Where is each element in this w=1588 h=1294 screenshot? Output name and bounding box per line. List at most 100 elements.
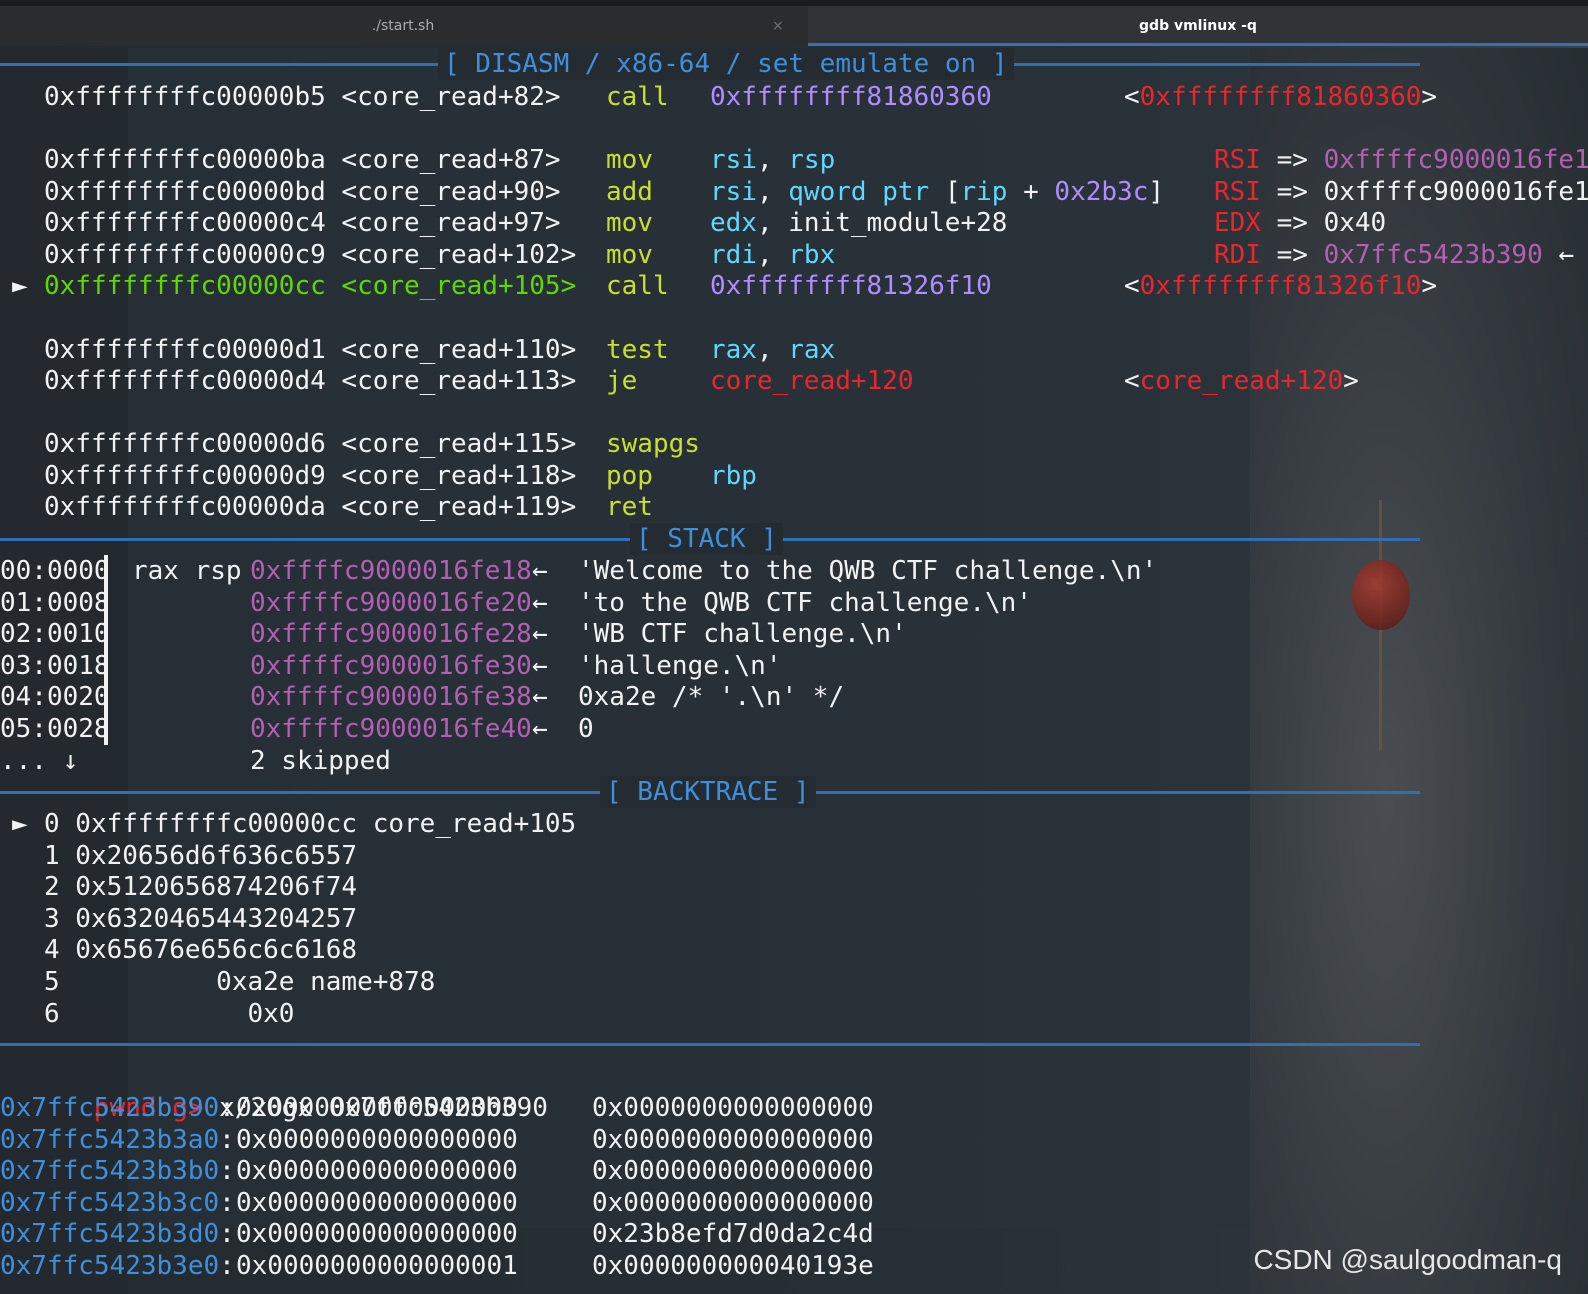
instruction-symbol: <core_read+105> (341, 271, 577, 301)
stack-arrow: ← (532, 555, 548, 587)
stack-address-text: 0xffffc9000016fe28 (250, 619, 532, 650)
instruction-symbol: <core_read+118> (341, 461, 577, 491)
annotation-token: => (1260, 145, 1324, 175)
terminal-output[interactable]: [ DISASM / x86-64 / set emulate on ] 0xf… (0, 48, 1588, 1294)
operand-token: rbx (788, 240, 836, 270)
memory-address: 0x7ffc5423b3c0 (0, 1187, 220, 1218)
stack-skip-indicator: ... ↓ (0, 745, 78, 777)
instruction-annotation: EDX => 0x40 (1214, 207, 1386, 239)
instruction-address: 0xffffffffc00000da (44, 492, 326, 522)
instruction-mnemonic: mov (606, 240, 653, 270)
stack-value: 'WB CTF challenge.\n' (578, 618, 907, 650)
backtrace-frame: 5 0xa2e name+878 (44, 966, 435, 998)
current-instruction-marker: ► (12, 270, 28, 302)
stack-section-title: [ STACK ] (630, 523, 783, 555)
terminal-tab-bar: ./start.sh × gdb vmlinux -q (0, 0, 1588, 46)
annotation-token: core_read+120 (1139, 366, 1344, 396)
colon: : (219, 1219, 235, 1250)
memory-qword: 0x0000000000000001 (236, 1251, 518, 1281)
annotation-token: > (1421, 82, 1438, 112)
instruction-mnemonic-cell: call (606, 270, 669, 302)
memory-qword: 0x0000000000000000 (236, 1187, 518, 1218)
colon: : (219, 1093, 235, 1123)
desktop: ./start.sh × gdb vmlinux -q [ DISASM / x… (0, 0, 1588, 1294)
memory-qword: 0x0000000000000000 (592, 1093, 874, 1123)
stack-gutter-bar (104, 555, 108, 745)
watermark: CSDN @saulgoodman-q (1253, 1244, 1562, 1275)
colon: : (219, 1187, 235, 1218)
memory-qword: 0x0000000000000000 (592, 1187, 874, 1218)
backtrace-frame: 4 0x65676e656c6c6168 (44, 934, 357, 966)
instruction-address: 0xffffffffc00000c9 (44, 240, 326, 270)
backtrace-frame: 3 0x6320465443204257 (44, 903, 357, 935)
left-arrow-icon: ← (532, 619, 548, 650)
memory-row: 0x7ffc5423b3c0: (0, 1187, 235, 1219)
stack-offset: 02:0010 (0, 618, 110, 650)
annotation-token: < (1124, 271, 1140, 301)
disasm-row: 0xffffffffc00000c9 <core_read+102> (44, 239, 576, 271)
instruction-symbol: <core_read+90> (341, 177, 561, 207)
tab-gdb-vmlinux[interactable]: gdb vmlinux -q (808, 6, 1588, 46)
stack-offset-text: 01:0008 (0, 587, 110, 618)
instruction-symbol: <core_read+110> (341, 335, 577, 365)
stack-address-text: 0xffffc9000016fe18 (250, 556, 532, 586)
stack-address-text: 0xffffc9000016fe30 (250, 650, 532, 681)
memory-value-2: 0x0000000000000000 (592, 1124, 874, 1156)
annotation-token: > (1343, 366, 1359, 396)
instruction-mnemonic-cell: add (606, 176, 653, 208)
instruction-symbol: <core_read+82> (341, 82, 561, 112)
instruction-mnemonic-cell: mov (606, 207, 653, 239)
instruction-symbol: <core_read+97> (341, 208, 561, 238)
memory-value-1: 0x0000000000000000 (236, 1092, 518, 1124)
memory-value-2: 0x23b8efd7d0da2c4d (592, 1218, 874, 1250)
stack-offset: 01:0008 (0, 587, 110, 619)
instruction-address: 0xffffffffc00000d9 (44, 461, 326, 491)
memory-row: 0x7ffc5423b3b0: (0, 1155, 235, 1187)
operand-token: + (1007, 177, 1055, 207)
stack-address: 0xffffc9000016fe20 (250, 587, 532, 619)
backtrace-frame-text: 3 0x6320465443204257 (44, 903, 358, 934)
backtrace-frame-text: 0 0xffffffffc00000cc core_read+105 (44, 809, 577, 839)
stack-value-text: 'to the QWB CTF challenge.\n' (578, 587, 1032, 618)
stack-arrow: ← (532, 618, 548, 650)
instruction-symbol: <core_read+115> (341, 429, 577, 459)
annotation-token: < (1124, 366, 1140, 396)
operand-token: 0x2b3c (1054, 177, 1149, 207)
annotation-token: RSI (1214, 177, 1261, 207)
stack-address: 0xffffc9000016fe38 (250, 681, 532, 713)
instruction-address: 0xffffffffc00000d1 (44, 335, 326, 365)
annotation-token: => (1260, 177, 1324, 207)
memory-row: 0x7ffc5423b3a0: (0, 1124, 235, 1156)
backtrace-frame: 2 0x5120656874206f74 (44, 871, 357, 903)
memory-address: 0x7ffc5423b3e0 (0, 1251, 220, 1281)
instruction-operands: 0xffffffff81860360 (710, 81, 992, 113)
memory-qword: 0x0000000000000000 (236, 1093, 518, 1123)
left-arrow-icon: ← (532, 650, 548, 681)
instruction-address: 0xffffffffc00000d4 (44, 366, 326, 396)
annotation-token: RSI (1214, 145, 1261, 175)
memory-value-1: 0x0000000000000000 (236, 1187, 518, 1219)
backtrace-section-title: [ BACKTRACE ] (600, 776, 816, 808)
tab-start-sh[interactable]: ./start.sh (0, 6, 806, 46)
disasm-row: 0xffffffffc00000d6 <core_read+115> (44, 428, 576, 460)
close-icon[interactable]: × (772, 6, 784, 46)
instruction-mnemonic: call (606, 271, 669, 301)
stack-arrow: ← (532, 681, 548, 713)
stack-value-text: 0xa2e /* '.\n' */ (578, 682, 845, 713)
stack-offset: 00:0000 (0, 555, 110, 587)
backtrace-frame-text: 2 0x5120656874206f74 (44, 872, 358, 903)
backtrace-frame: 6 0x0 (44, 998, 294, 1030)
pointer-icon: ► (12, 809, 28, 839)
command-prompt-line[interactable]: pwndbg> x/20gx 0x7ffc5423b390 (0, 1060, 548, 1123)
stack-address: 0xffffc9000016fe30 (250, 650, 532, 682)
disasm-row: 0xffffffffc00000bd <core_read+90> (44, 176, 561, 208)
instruction-annotation: RSI => 0xffffc9000016fe18 (1214, 176, 1588, 208)
instruction-operands: rbp (710, 460, 757, 492)
annotation-token: => 0x40 (1260, 208, 1387, 238)
stack-address-text: 0xffffc9000016fe38 (250, 682, 532, 713)
